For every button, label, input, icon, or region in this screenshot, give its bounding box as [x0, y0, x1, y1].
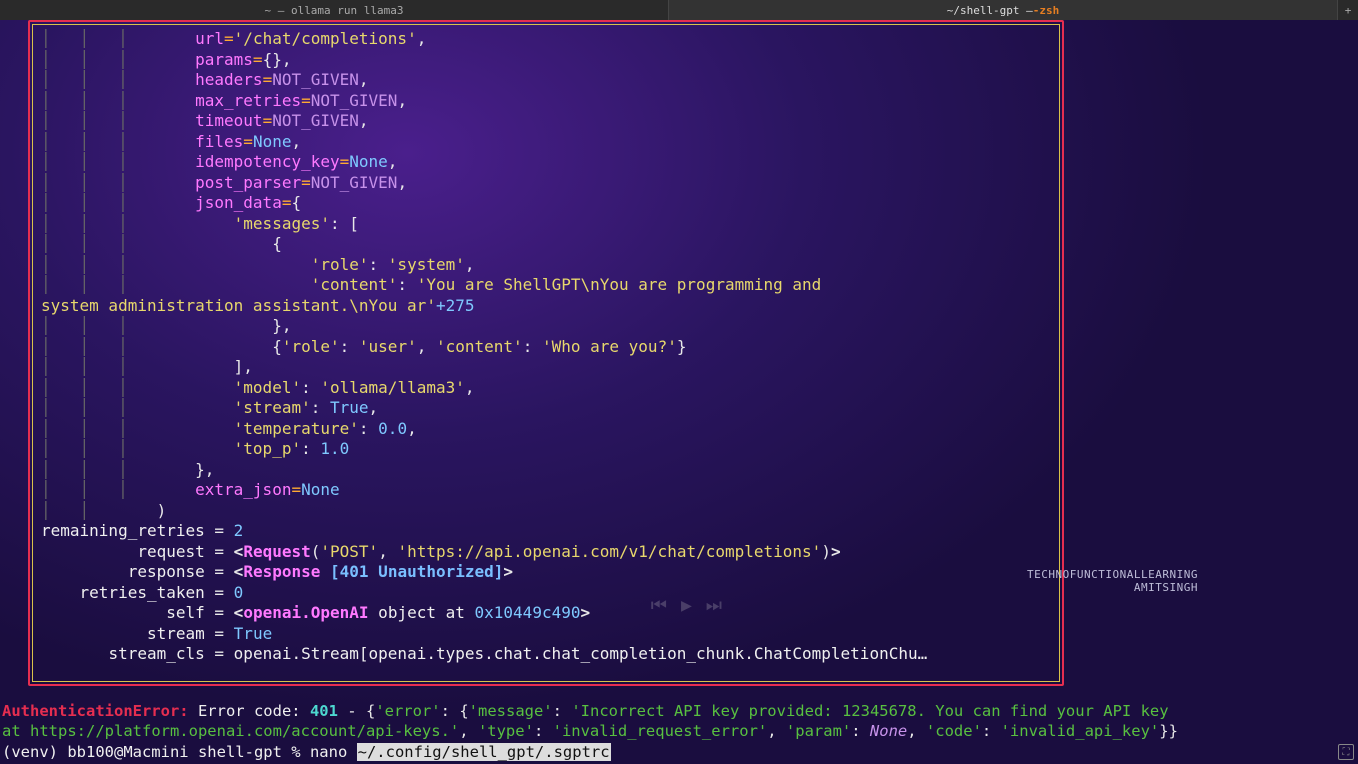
- watermark: TECHNOFUNCTIONALLEARNING AMITSINGH: [1027, 568, 1198, 594]
- watermark-line1: TECHNOFUNCTIONALLEARNING: [1027, 568, 1198, 581]
- play-icon: ▶: [681, 595, 692, 616]
- error-line: AuthenticationError: Error code: 401 - {…: [2, 701, 1356, 722]
- watermark-line2: AMITSINGH: [1027, 581, 1198, 594]
- prev-icon: ⏮: [651, 595, 667, 616]
- tab-label-prefix: ~/shell-gpt —: [947, 4, 1033, 17]
- shell-arg: ~/.config/shell_gpt/.sgptrc: [357, 743, 611, 761]
- tab-ollama[interactable]: ~ — ollama run llama3: [0, 0, 669, 20]
- shell-command: nano: [310, 743, 357, 761]
- error-line-2: at https://platform.openai.com/account/a…: [2, 721, 1356, 742]
- fullscreen-icon[interactable]: ⛶: [1338, 744, 1354, 760]
- code-block: │ │ │ url='/chat/completions', │ │ │ par…: [41, 29, 1051, 665]
- traceback-panel-inner: │ │ │ url='/chat/completions', │ │ │ par…: [32, 24, 1060, 682]
- traceback-panel: │ │ │ url='/chat/completions', │ │ │ par…: [28, 20, 1064, 686]
- terminal-output[interactable]: AuthenticationError: Error code: 401 - {…: [2, 701, 1356, 763]
- tab-label: ~ — ollama run llama3: [264, 4, 403, 17]
- prompt-line[interactable]: (venv) bb100@Macmini shell-gpt % nano ~/…: [2, 742, 1356, 763]
- tab-shellgpt[interactable]: ~/shell-gpt — -zsh: [669, 0, 1338, 20]
- terminal-tab-bar: ~ — ollama run llama3 ~/shell-gpt — -zsh…: [0, 0, 1358, 20]
- tab-label-shell: -zsh: [1033, 4, 1060, 17]
- fwd-icon: ⏭: [706, 595, 722, 616]
- new-tab-button[interactable]: +: [1338, 0, 1358, 20]
- media-overlay: ⏮ ▶ ⏭: [651, 595, 722, 616]
- shell-prompt: (venv) bb100@Macmini shell-gpt %: [2, 743, 310, 761]
